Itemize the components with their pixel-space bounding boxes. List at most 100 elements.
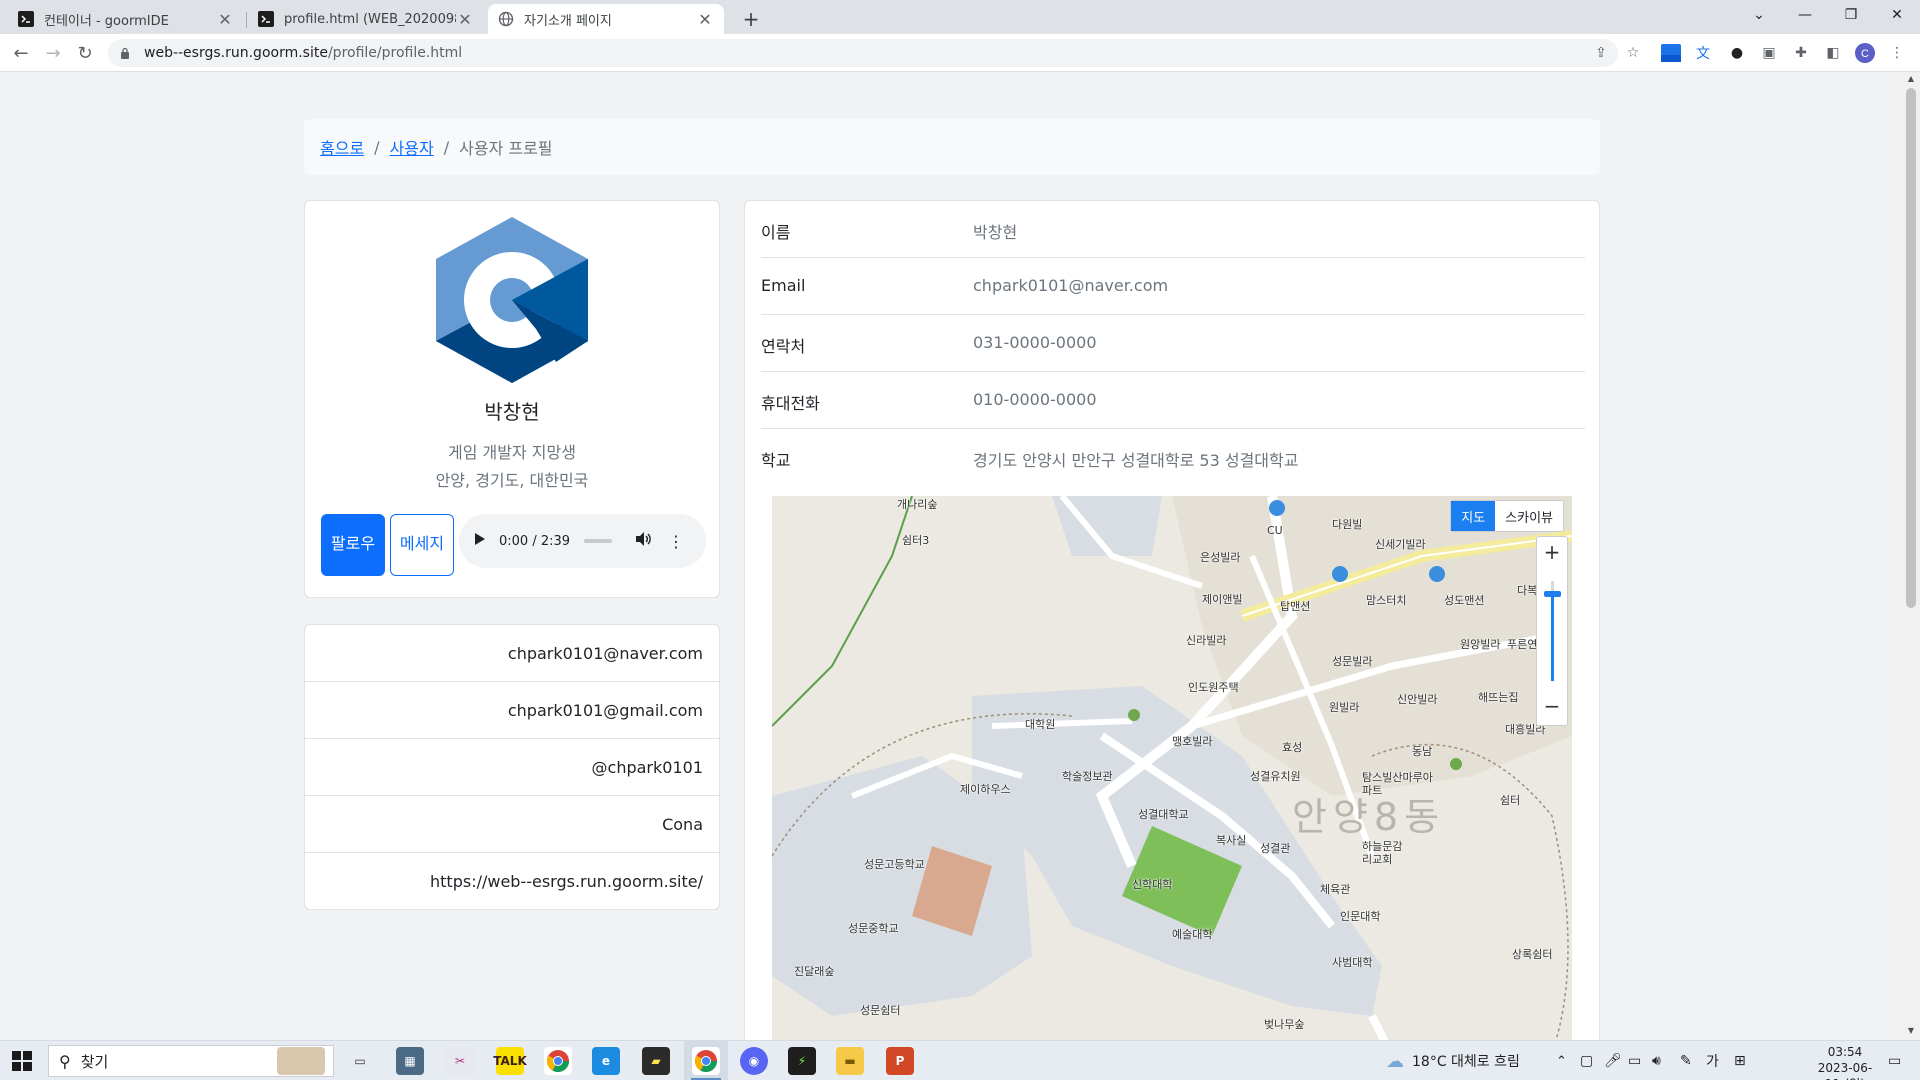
address-bar[interactable]: web--esrgs.run.goorm.site/profile/profil… <box>108 39 1618 67</box>
map-label: 신세기빌라 <box>1375 538 1426 551</box>
map-label: 성결대학교 <box>1138 808 1189 821</box>
map-label: 효성 <box>1282 741 1303 754</box>
tab-self-intro[interactable]: 자기소개 페이지 ✕ <box>488 4 724 34</box>
zoom-slider-handle[interactable] <box>1544 591 1561 597</box>
profile-avatar-icon[interactable]: C <box>1854 42 1876 64</box>
list-item[interactable]: chpark0101@gmail.com <box>305 682 719 739</box>
snipping-tool-icon[interactable]: ✂ <box>446 1047 474 1075</box>
clock-date: 2023-06-11-(일) <box>1817 1061 1873 1080</box>
windows-start-icon[interactable] <box>12 1051 32 1071</box>
map-label: 성문쉼터 <box>860 1004 901 1017</box>
map-label: 신학대학 <box>1132 878 1173 891</box>
tray-chevron-icon[interactable]: ⌃ <box>1556 1041 1567 1080</box>
school-map[interactable]: 개나리숲 쉼터3 CU 다원빌 신세기빌라 은성빌라 제이앤빌 탑맨션 맘스터치… <box>772 496 1572 1040</box>
tab-close-icon[interactable]: ✕ <box>696 10 714 29</box>
ime-mode-icon[interactable]: ⊞ <box>1734 1041 1746 1080</box>
tab-manager-icon[interactable]: ▣ <box>1758 42 1780 64</box>
tab-title: profile.html (WEB_20200984) - g <box>284 11 456 27</box>
breadcrumb: 홈으로 / 사용자 / 사용자 프로필 <box>304 119 1600 175</box>
map-type-skyview-button[interactable]: 스카이뷰 <box>1495 501 1563 531</box>
game-app-icon[interactable]: ⚡ <box>788 1047 816 1075</box>
info-label: Email <box>761 276 806 295</box>
page-content: 홈으로 / 사용자 / 사용자 프로필 박창현 게임 개발자 지망생 안양, 경… <box>0 72 1902 1040</box>
notification-icon[interactable]: ▭ <box>1888 1041 1901 1080</box>
map-canvas <box>772 496 1572 1040</box>
calculator-icon[interactable]: ▦ <box>396 1047 424 1075</box>
map-label: 학술정보관 <box>1062 770 1113 783</box>
scroll-up-arrow-icon[interactable]: ▲ <box>1902 74 1920 83</box>
breadcrumb-home-link[interactable]: 홈으로 <box>320 135 364 159</box>
map-type-roadmap-button[interactable]: 지도 <box>1451 501 1496 531</box>
follow-button[interactable]: 팔로우 <box>321 514 385 576</box>
zoom-in-button[interactable]: + <box>1537 537 1567 567</box>
tab-close-icon[interactable]: ✕ <box>216 10 234 29</box>
ime-indicator[interactable]: 가 <box>1706 1041 1719 1080</box>
speaker-icon[interactable]: 🔊︎ <box>1652 1041 1661 1080</box>
scrollbar-thumb[interactable] <box>1906 88 1916 608</box>
forward-arrow-icon[interactable]: → <box>40 40 66 66</box>
map-label: 쉼터 <box>1500 794 1521 807</box>
new-tab-button[interactable]: + <box>738 6 764 32</box>
tab-search-icon[interactable]: ⌄ <box>1736 0 1782 30</box>
kakaotalk-icon[interactable]: TALK <box>493 1047 527 1075</box>
profile-location: 안양, 경기도, 대한민국 <box>435 471 589 490</box>
message-button[interactable]: 메세지 <box>390 514 454 576</box>
zoom-out-button[interactable]: − <box>1537 691 1567 721</box>
minimize-icon[interactable]: — <box>1782 0 1828 30</box>
map-label: 인문대학 <box>1340 910 1381 923</box>
edge-icon[interactable]: e <box>592 1047 620 1075</box>
puzzle-extensions-icon[interactable]: ✚ <box>1790 42 1812 64</box>
browser-menu-icon[interactable]: ⋮ <box>1886 42 1908 64</box>
tab-close-icon[interactable]: ✕ <box>456 10 474 29</box>
file-explorer-icon[interactable]: ▬ <box>836 1047 864 1075</box>
chrome-profile-icon[interactable] <box>692 1047 720 1075</box>
taskbar-clock[interactable]: 03:54 2023-06-11-(일) <box>1810 1044 1880 1080</box>
scroll-down-arrow-icon[interactable]: ▼ <box>1902 1026 1920 1035</box>
share-icon[interactable]: ⇪ <box>1590 42 1612 64</box>
reload-icon[interactable]: ↻ <box>72 40 98 66</box>
microphone-icon[interactable]: 🎤︎ <box>1604 1041 1622 1080</box>
play-icon[interactable] <box>475 533 489 549</box>
volume-icon[interactable] <box>636 532 654 550</box>
zoom-level-fill <box>1551 595 1554 681</box>
magnifier-extension-icon[interactable]: ● <box>1726 42 1748 64</box>
browser-toolbar: ← → ↻ web--esrgs.run.goorm.site/profile/… <box>0 34 1920 72</box>
translate-icon[interactable]: 文 <box>1692 42 1714 64</box>
info-label: 이름 <box>761 223 791 242</box>
taskbar-search-box[interactable]: ⚲ 찾기 <box>48 1045 334 1077</box>
bookmark-star-icon[interactable]: ☆ <box>1622 42 1644 64</box>
breadcrumb-users-link[interactable]: 사용자 <box>390 135 434 159</box>
list-item[interactable]: https://web--esrgs.run.goorm.site/ <box>305 853 719 910</box>
list-item[interactable]: @chpark0101 <box>305 739 719 796</box>
chrome-icon[interactable] <box>544 1047 572 1075</box>
profile-name: 박창현 <box>484 400 540 424</box>
map-label: 진달래숲 <box>794 965 835 978</box>
back-arrow-icon[interactable]: ← <box>8 40 34 66</box>
powerpoint-icon[interactable]: P <box>886 1047 914 1075</box>
network-icon[interactable]: ▭ <box>1628 1041 1641 1080</box>
lock-icon <box>120 47 132 59</box>
tray-app-icon[interactable]: ▢ <box>1580 1041 1593 1080</box>
side-panel-icon[interactable]: ◧ <box>1822 42 1844 64</box>
task-view-icon[interactable]: ▭ <box>346 1047 374 1075</box>
audio-seek-bar[interactable] <box>584 539 613 543</box>
list-item[interactable]: chpark0101@naver.com <box>305 625 719 682</box>
terminal-icon <box>258 11 274 27</box>
map-label: 쉼터3 <box>902 534 930 547</box>
discord-icon[interactable]: ◉ <box>740 1047 768 1075</box>
tab-profile-html[interactable]: profile.html (WEB_20200984) - g ✕ <box>248 4 484 34</box>
list-item[interactable]: Cona <box>305 796 719 853</box>
page-scrollbar[interactable]: ▲ ▼ <box>1902 72 1920 1040</box>
weather-widget[interactable]: ☁ 18°C 대체로 흐림 <box>1386 1041 1520 1080</box>
map-label: 은성빌라 <box>1200 551 1241 564</box>
more-options-icon[interactable]: ⋮ <box>668 532 684 551</box>
tab-goormide-container[interactable]: 컨테이너 - goormIDE ✕ <box>8 4 244 34</box>
tab-title: 컨테이너 - goormIDE <box>44 13 169 29</box>
map-label: 사범대학 <box>1332 956 1373 969</box>
new-extension-icon[interactable] <box>1660 42 1682 64</box>
pen-icon[interactable]: ✎ <box>1680 1041 1692 1080</box>
restore-icon[interactable]: ❐ <box>1828 0 1874 30</box>
tab-divider <box>246 12 247 28</box>
sticky-notes-icon[interactable]: ▰ <box>642 1047 670 1075</box>
close-window-icon[interactable]: ✕ <box>1874 0 1920 30</box>
